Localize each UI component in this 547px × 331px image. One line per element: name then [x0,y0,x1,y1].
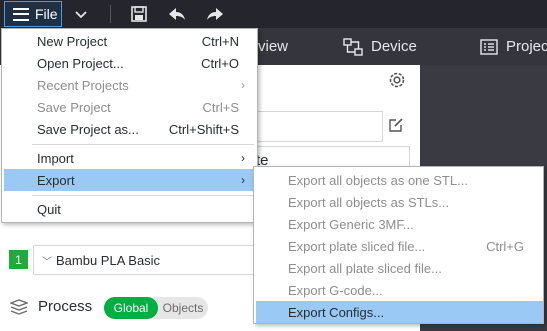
menu-item-label: New Project [37,33,108,49]
submenu-item-label: Export all objects as one STL... [288,172,468,188]
global-objects-toggle[interactable]: Global Objects [104,297,208,319]
submenu-item-export-stls[interactable]: Export all objects as STLs... [256,191,543,213]
chevron-down-icon [75,11,87,19]
dropdown-chevron-button[interactable] [70,0,92,28]
chevron-right-icon: › [241,78,245,92]
tab-preview[interactable]: view [258,28,288,65]
menu-item-quit[interactable]: Quit [4,198,255,220]
tab-preview-label: view [258,38,289,55]
tab-project[interactable]: Projec [480,28,547,65]
tab-device-label: Device [371,38,417,55]
submenu-item-label: Export G-code... [288,282,383,298]
filament-preset-select[interactable]: ﹀ Bambu PLA Basic [33,245,255,275]
menu-item-shortcut: Ctrl+Shift+S [168,121,239,137]
submenu-item-export-generic-3mf[interactable]: Export Generic 3MF... [256,213,543,235]
menu-item-label: Save Project [37,99,111,115]
layers-icon [10,299,28,315]
tab-project-label: Projec [506,38,547,55]
top-toolbar: File [0,0,547,28]
toggle-objects-option[interactable]: Objects [158,301,208,315]
submenu-item-shortcut: Ctrl+G [486,238,524,254]
menu-item-shortcut: Ctrl+S [202,99,239,115]
submenu-item-export-gcode[interactable]: Export G-code... [256,279,543,301]
menu-item-label: Quit [37,201,61,217]
file-menu-label: File [35,6,58,22]
menu-item-label: Import [37,150,74,166]
filament-slot-number: 1 [15,252,22,267]
menu-item-label: Recent Projects [37,77,129,93]
menu-item-save-project[interactable]: Save Project Ctrl+S [4,96,255,118]
submenu-item-label: Export Configs... [288,304,385,320]
project-icon [480,38,498,55]
menu-item-import[interactable]: Import › [4,147,255,169]
process-label: Process [38,298,93,315]
menu-divider [32,144,254,145]
toggle-global-option[interactable]: Global [104,297,158,319]
submenu-item-export-configs[interactable]: Export Configs... [256,301,543,323]
menu-divider [32,195,254,196]
export-submenu: Export all objects as one STL... Export … [253,166,544,324]
submenu-item-label: Export all plate sliced file... [288,260,442,276]
chevron-right-icon: › [241,173,245,187]
tab-device[interactable]: Device [343,28,417,65]
toolbar-separator [110,5,111,23]
menu-item-recent-projects[interactable]: Recent Projects › [4,74,255,96]
gear-icon[interactable] [386,69,408,91]
submenu-item-export-all-plate-sliced[interactable]: Export all plate sliced file... [256,257,543,279]
file-dropdown-menu: New Project Ctrl+N Open Project... Ctrl+… [1,28,258,223]
menu-item-label: Save Project as... [37,121,139,137]
filament-preset-label: Bambu PLA Basic [56,252,161,268]
menu-item-export[interactable]: Export › [4,169,255,191]
submenu-item-export-one-stl[interactable]: Export all objects as one STL... [256,169,543,191]
menu-item-new-project[interactable]: New Project Ctrl+N [4,30,255,52]
save-button[interactable] [128,0,150,28]
menu-item-label: Export [37,172,75,188]
save-icon [131,6,147,22]
redo-button[interactable] [204,0,226,28]
menu-item-open-project[interactable]: Open Project... Ctrl+O [4,52,255,74]
filament-slot-badge: 1 [9,250,28,269]
redo-icon [207,8,223,20]
hamburger-icon [13,7,29,21]
menu-item-shortcut: Ctrl+N [201,33,239,49]
submenu-item-label: Export Generic 3MF... [288,216,414,232]
undo-icon [169,8,185,20]
edit-icon[interactable] [388,117,404,133]
chevron-right-icon: › [241,151,245,165]
submenu-item-label: Export plate sliced file... [288,238,426,254]
menu-item-shortcut: Ctrl+O [201,55,239,71]
submenu-item-label: Export all objects as STLs... [288,194,450,210]
menu-item-save-project-as[interactable]: Save Project as... Ctrl+Shift+S [4,118,255,140]
file-menu-button[interactable]: File [4,1,62,27]
device-icon [343,37,363,56]
chevron-down-icon: ﹀ [42,256,52,268]
menu-item-label: Open Project... [37,55,124,71]
submenu-item-export-plate-sliced[interactable]: Export plate sliced file... Ctrl+G [256,235,543,257]
undo-button[interactable] [166,0,188,28]
